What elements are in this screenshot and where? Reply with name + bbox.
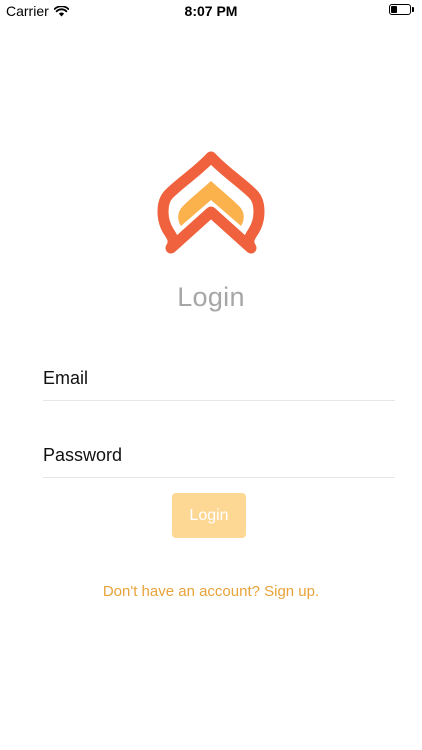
signup-link[interactable]: Don't have an account? Sign up. <box>0 583 422 600</box>
status-bar: Carrier 8:07 PM <box>0 0 422 22</box>
battery-tip <box>412 7 414 12</box>
battery-icon <box>389 4 411 15</box>
status-right <box>389 4 414 15</box>
login-button[interactable]: Login <box>172 493 246 538</box>
battery-fill <box>391 6 398 13</box>
login-screen: Carrier 8:07 PM Login Login Don't have a… <box>0 0 422 750</box>
page-title: Login <box>177 282 245 312</box>
password-field-container <box>43 437 395 478</box>
status-time: 8:07 PM <box>184 3 238 19</box>
app-logo-icon <box>157 151 265 254</box>
email-field[interactable] <box>43 360 395 396</box>
password-field[interactable] <box>43 437 395 473</box>
email-field-container <box>43 360 395 401</box>
